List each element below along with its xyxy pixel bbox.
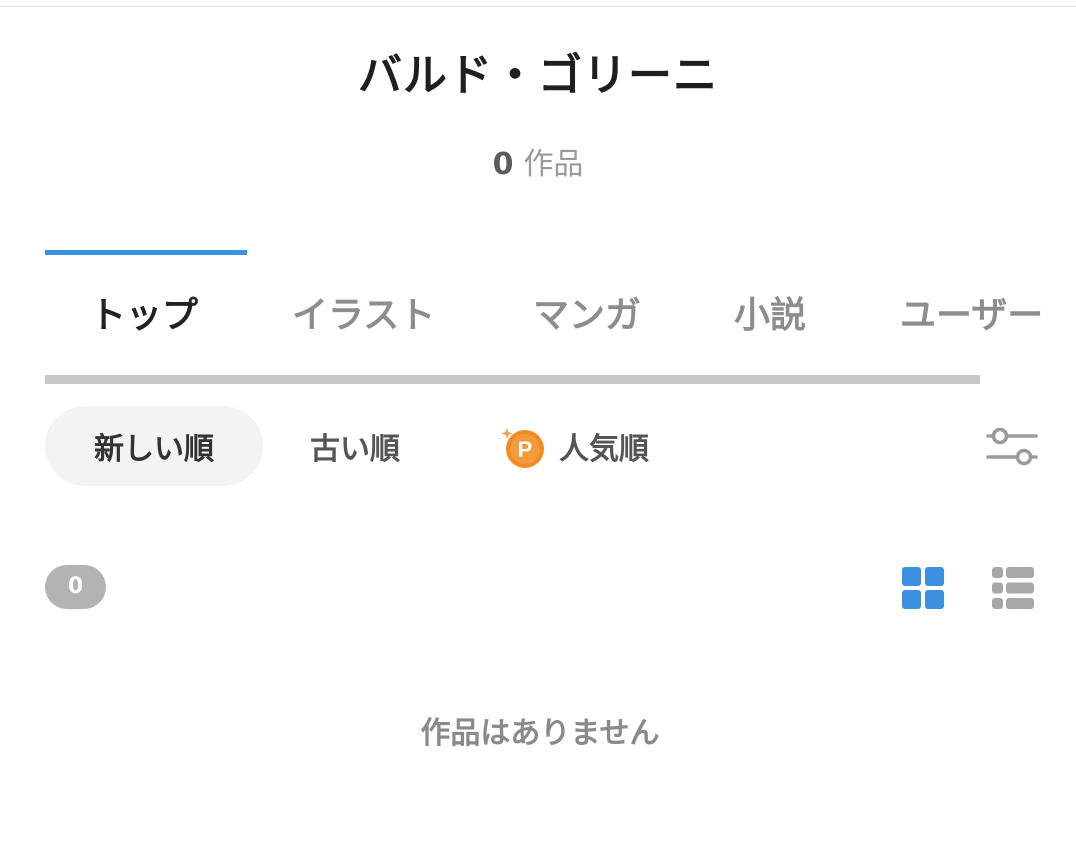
user-name: バルド・ゴリーニ — [358, 50, 718, 101]
list-view-icon[interactable] — [992, 567, 1034, 609]
profile-works-page: バルド・ゴリーニ 0 作品 トップ イラスト マンガ 小説 ユーザー 新しい順 古… — [0, 0, 1076, 845]
sort-oldest-label: 古い順 — [310, 432, 400, 467]
tab-bar-scrollbar[interactable] — [45, 375, 980, 384]
sort-popular-label: 人気順 — [559, 432, 649, 467]
works-count-label: 作品 — [523, 147, 584, 182]
sort-newest-label: 新しい順 — [94, 432, 214, 467]
tab-novel[interactable]: 小説 — [734, 292, 806, 340]
tab-active-indicator — [45, 250, 247, 255]
empty-state-message: 作品はありません — [420, 716, 660, 751]
filter-settings-icon[interactable] — [986, 424, 1038, 468]
grid-view-icon[interactable] — [902, 567, 944, 609]
tab-user[interactable]: ユーザー — [900, 292, 1043, 340]
sort-popular-button[interactable]: P 人気順 — [480, 406, 670, 486]
tab-manga[interactable]: マンガ — [533, 292, 641, 340]
works-count-number: 0 — [492, 147, 514, 182]
tab-illust[interactable]: イラスト — [292, 292, 435, 340]
svg-text:P: P — [518, 437, 533, 462]
premium-icon: P — [501, 424, 545, 468]
tab-top[interactable]: トップ — [90, 292, 198, 340]
sort-oldest-button[interactable]: 古い順 — [275, 406, 435, 486]
top-divider — [0, 6, 1076, 7]
sort-newest-button[interactable]: 新しい順 — [45, 406, 263, 486]
works-count: 0 作品 — [0, 146, 1076, 184]
results-count-badge: 0 — [45, 565, 106, 609]
